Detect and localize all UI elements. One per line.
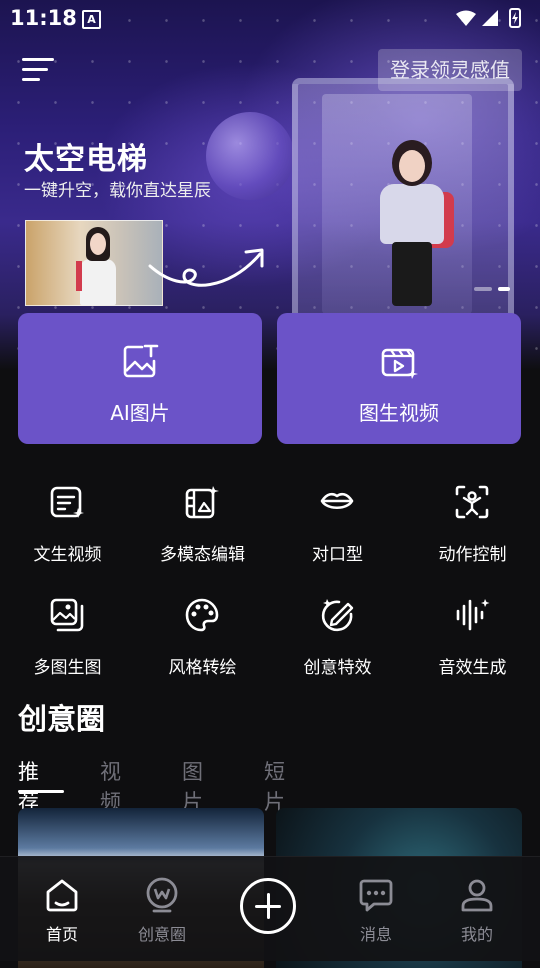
system-status-icons — [456, 8, 521, 28]
banner-subtitle: 一键升空，载你直达星辰 — [24, 181, 211, 201]
banner-thumbnail[interactable] — [25, 220, 163, 306]
tool-multimodal-edit[interactable]: 多模态编辑 — [135, 484, 270, 574]
image-to-video-icon — [381, 348, 418, 379]
status-time: 11:18 — [10, 6, 77, 30]
nav-profile[interactable]: 我的 — [437, 877, 517, 947]
ai-image-label: AI图片 — [110, 401, 170, 425]
nav-label: 创意圈 — [137, 925, 186, 944]
image-to-video-label: 图生视频 — [359, 401, 439, 425]
nav-label: 首页 — [45, 925, 78, 944]
create-plus-button[interactable] — [240, 878, 296, 934]
tool-label: 创意特效 — [303, 658, 372, 678]
multi-image-icon — [50, 598, 84, 632]
thumbnail-person-image — [76, 225, 120, 305]
text-to-video-icon — [50, 486, 84, 518]
creative-circle-icon — [146, 877, 178, 913]
active-tab-indicator — [18, 790, 64, 793]
planet-decoration — [206, 112, 294, 200]
tab-video[interactable]: 视频 — [100, 756, 121, 816]
tool-label: 文生视频 — [33, 545, 102, 565]
tab-recommended[interactable]: 推荐 — [18, 756, 39, 816]
tool-motion-control[interactable]: 动作控制 — [405, 484, 540, 574]
profile-icon — [461, 879, 493, 912]
carousel-indicator — [474, 287, 510, 291]
menu-icon[interactable] — [22, 58, 54, 84]
motion-control-icon — [455, 485, 489, 519]
palette-icon — [185, 598, 219, 632]
ai-image-card[interactable]: AI图片 — [18, 313, 262, 444]
tool-text-to-video[interactable]: 文生视频 — [0, 484, 135, 574]
tool-label: 多模态编辑 — [160, 545, 245, 565]
nav-label: 消息 — [359, 925, 392, 944]
tool-label: 对口型 — [312, 545, 363, 565]
message-icon — [359, 879, 393, 912]
nav-messages[interactable]: 消息 — [336, 877, 416, 947]
status-bar: 11:18 A — [0, 0, 540, 36]
tool-label: 多图生图 — [33, 658, 102, 678]
transform-arrow-icon — [148, 248, 264, 287]
nav-home[interactable]: 首页 — [22, 877, 102, 947]
lip-sync-icon — [320, 492, 354, 510]
tab-short-film[interactable]: 短片 — [264, 756, 285, 816]
nav-creative-circle[interactable]: 创意圈 — [122, 877, 202, 947]
ai-image-icon — [123, 344, 159, 378]
tool-label: 风格转绘 — [168, 658, 237, 678]
tool-label: 动作控制 — [438, 545, 507, 565]
tab-image[interactable]: 图片 — [182, 756, 203, 816]
login-button[interactable]: 登录领灵感值 — [378, 49, 522, 91]
home-icon — [46, 879, 78, 912]
tool-label: 音效生成 — [438, 658, 507, 678]
creative-effects-icon — [321, 599, 354, 632]
tool-lip-sync[interactable]: 对口型 — [270, 484, 405, 574]
tool-multi-image[interactable]: 多图生图 — [0, 597, 135, 687]
tool-creative-effects[interactable]: 创意特效 — [270, 597, 405, 687]
banner-title: 太空电梯 — [24, 142, 148, 177]
tool-style-transfer[interactable]: 风格转绘 — [135, 597, 270, 687]
nav-label: 我的 — [460, 925, 493, 944]
image-to-video-card[interactable]: 图生视频 — [277, 313, 521, 444]
banner-person-image — [370, 140, 454, 308]
section-title: 创意圈 — [18, 702, 106, 736]
sound-effects-icon — [456, 599, 490, 631]
notification-a-icon: A — [82, 10, 101, 29]
multimodal-edit-icon — [185, 486, 219, 519]
tool-sound-effects[interactable]: 音效生成 — [405, 597, 540, 687]
